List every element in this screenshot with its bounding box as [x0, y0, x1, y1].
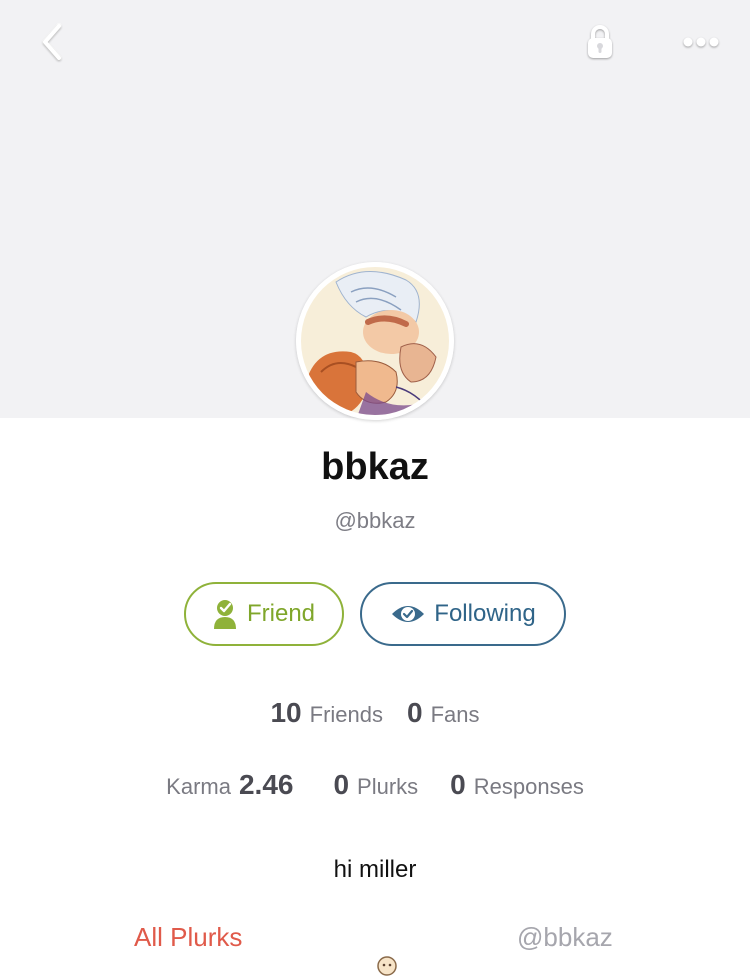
more-options-button[interactable] [672, 18, 730, 66]
plurks-count: 0 [333, 769, 350, 800]
back-button[interactable] [28, 18, 76, 66]
plurks-label: Plurks [357, 774, 419, 799]
karma-stat: Karma 2.46 [166, 769, 301, 801]
friend-button-label: Friend [246, 600, 316, 627]
following-button[interactable]: Following [360, 582, 566, 646]
avatar-illustration [296, 262, 454, 420]
social-stats-row: 10 Friends 0 Fans [0, 697, 750, 729]
display-name: bbkaz [321, 446, 429, 488]
person-check-icon [213, 598, 239, 630]
tab-all-plurks[interactable]: All Plurks [134, 922, 242, 953]
chevron-left-icon [42, 23, 62, 61]
lock-icon [588, 25, 612, 58]
activity-stats-row: Karma 2.46 0 Plurks 0 Responses [0, 769, 750, 801]
loading-emoticon-icon [377, 956, 397, 976]
avatar[interactable] [296, 262, 454, 420]
eye-check-icon [390, 602, 426, 626]
username-handle: @bbkaz [334, 508, 416, 533]
fans-label: Fans [430, 702, 480, 727]
more-dots-icon [683, 37, 719, 47]
responses-label: Responses [473, 774, 584, 799]
friend-button[interactable]: Friend [184, 582, 344, 646]
friends-count: 10 [270, 697, 302, 728]
responses-count: 0 [450, 769, 466, 800]
friends-label: Friends [309, 702, 383, 727]
responses-stat: 0 Responses [450, 769, 584, 801]
karma-label: Karma [166, 774, 231, 799]
profile-about-text: hi miller [333, 856, 417, 883]
tab-mentions[interactable]: @bbkaz [517, 922, 613, 953]
friends-stat[interactable]: 10 Friends [270, 697, 383, 729]
fans-stat[interactable]: 0 Fans [407, 697, 480, 729]
karma-value: 2.46 [238, 769, 294, 800]
plurks-stat: 0 Plurks [333, 769, 418, 801]
fans-count: 0 [407, 697, 423, 728]
following-button-label: Following [434, 600, 536, 627]
privacy-lock-button[interactable] [578, 18, 622, 66]
